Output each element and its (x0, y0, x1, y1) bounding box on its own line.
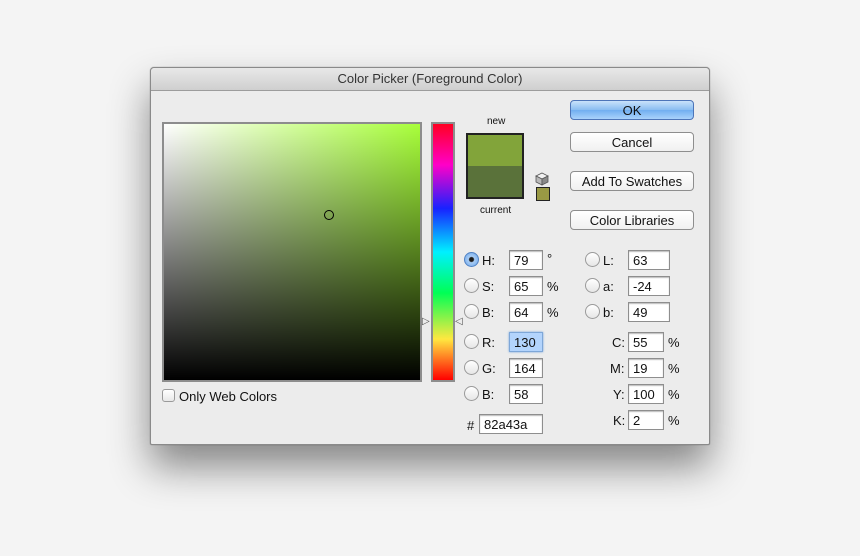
gamut-warning-swatch[interactable] (536, 187, 550, 201)
green-radio[interactable] (464, 360, 479, 375)
magenta-input[interactable] (628, 358, 664, 378)
green-label: G: (482, 361, 496, 376)
red-label: R: (482, 335, 495, 350)
lab-l-label: L: (603, 253, 614, 268)
red-input[interactable] (509, 332, 543, 352)
brightness-input[interactable] (509, 302, 543, 322)
hue-input[interactable] (509, 250, 543, 270)
hex-input[interactable] (479, 414, 543, 434)
window-title: Color Picker (Foreground Color) (151, 68, 709, 91)
ok-button[interactable]: OK (570, 100, 694, 120)
cyan-unit: % (668, 335, 680, 350)
blue-input[interactable] (509, 384, 543, 404)
hue-slider-handle-left-icon[interactable]: ▷ (422, 317, 430, 327)
cyan-input[interactable] (628, 332, 664, 352)
color-field-marker[interactable] (324, 210, 334, 220)
color-preview (466, 133, 524, 199)
blue-label: B: (482, 387, 495, 402)
cyan-label: C: (612, 335, 625, 350)
hue-slider-handle-right-icon[interactable]: ◁ (455, 317, 463, 327)
black-unit: % (668, 413, 680, 428)
lab-l-input[interactable] (628, 250, 670, 270)
black-label: K: (613, 413, 626, 428)
brightness-label: B: (482, 305, 495, 320)
new-color-label: new (487, 116, 506, 127)
new-color-swatch (468, 135, 522, 166)
lab-a-label: a: (603, 279, 614, 294)
black-input[interactable] (628, 410, 664, 430)
out-of-gamut-cube-icon[interactable] (535, 172, 549, 186)
hex-label: # (467, 418, 475, 433)
lab-b-label: b: (603, 305, 614, 320)
saturation-brightness-field[interactable] (162, 122, 422, 382)
saturation-unit: % (547, 279, 559, 294)
add-to-swatches-button[interactable]: Add To Swatches (570, 171, 694, 191)
current-color-label: current (480, 205, 512, 216)
color-picker-dialog: Color Picker (Foreground Color) ▷ ◁ new … (150, 67, 710, 445)
color-libraries-button[interactable]: Color Libraries (570, 210, 694, 230)
lab-a-input[interactable] (628, 276, 670, 296)
green-input[interactable] (509, 358, 543, 378)
yellow-input[interactable] (628, 384, 664, 404)
brightness-radio[interactable] (464, 304, 479, 319)
magenta-label: M: (610, 361, 625, 376)
yellow-unit: % (668, 387, 680, 402)
magenta-unit: % (668, 361, 680, 376)
hue-radio[interactable] (464, 252, 479, 267)
hue-label: H: (482, 253, 495, 268)
red-radio[interactable] (464, 334, 479, 349)
hue-unit: ° (547, 251, 553, 266)
current-color-swatch[interactable] (468, 166, 522, 197)
saturation-input[interactable] (509, 276, 543, 296)
saturation-label: S: (482, 279, 495, 294)
brightness-unit: % (547, 305, 559, 320)
lab-l-radio[interactable] (585, 252, 600, 267)
saturation-radio[interactable] (464, 278, 479, 293)
hue-slider[interactable] (431, 122, 455, 382)
lab-b-radio[interactable] (585, 304, 600, 319)
yellow-label: Y: (613, 387, 625, 402)
lab-b-input[interactable] (628, 302, 670, 322)
cancel-button[interactable]: Cancel (570, 132, 694, 152)
blue-radio[interactable] (464, 386, 479, 401)
only-web-colors-checkbox[interactable] (162, 389, 175, 402)
only-web-colors-label[interactable]: Only Web Colors (179, 389, 277, 404)
lab-a-radio[interactable] (585, 278, 600, 293)
